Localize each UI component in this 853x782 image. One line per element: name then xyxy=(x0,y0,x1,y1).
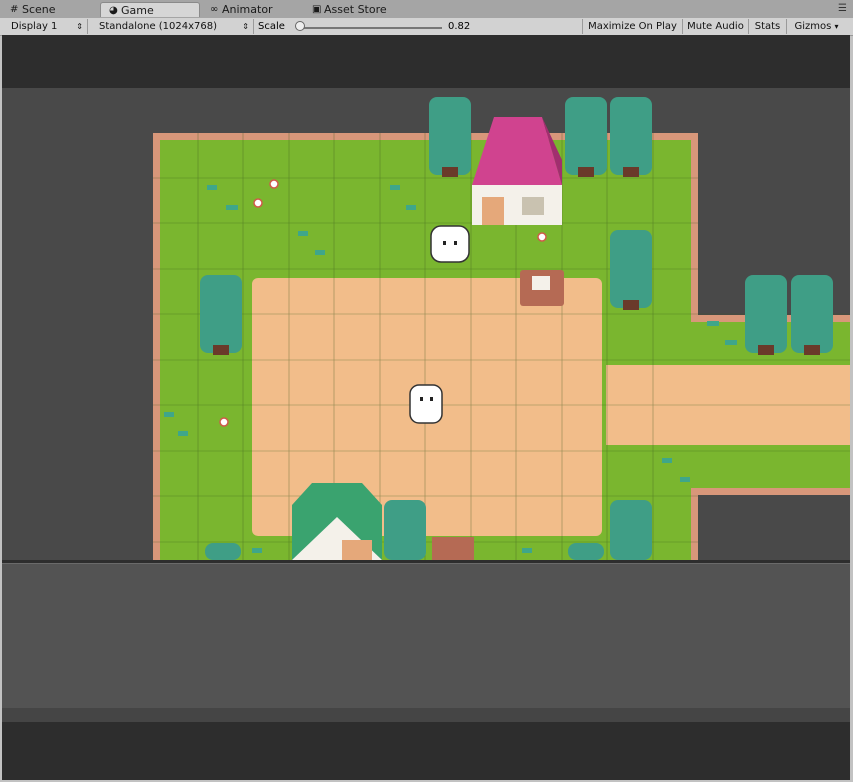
tree xyxy=(610,230,652,310)
tab-label: Animator xyxy=(222,3,273,16)
green-house xyxy=(292,483,382,560)
chevron-updown-icon: ⇕ xyxy=(242,22,249,31)
tab-game[interactable]: ◕ Game xyxy=(100,2,200,17)
tree xyxy=(205,543,241,560)
tree xyxy=(429,97,471,177)
display-select[interactable]: Display 1 ⇕ xyxy=(6,19,88,34)
tree xyxy=(200,275,242,355)
sign-board-bottom xyxy=(432,537,474,560)
tab-label: Scene xyxy=(22,3,56,16)
viewport-lower-strip xyxy=(2,708,850,722)
scale-slider-track[interactable] xyxy=(296,27,442,29)
gizmos-button[interactable]: Gizmos ▾ xyxy=(786,19,846,34)
game-toolbar: Display 1 ⇕ Standalone (1024x768) ⇕ Scal… xyxy=(0,18,853,36)
viewport-lower-panel xyxy=(2,563,850,709)
tree xyxy=(384,500,426,560)
tree xyxy=(745,275,787,355)
tab-label: Asset Store xyxy=(324,3,387,16)
sign-notice xyxy=(532,276,550,290)
animator-icon: ∞ xyxy=(210,4,219,15)
mute-audio-button[interactable]: Mute Audio xyxy=(682,19,748,34)
gizmos-label: Gizmos xyxy=(794,21,832,32)
maximize-on-play-button[interactable]: Maximize On Play xyxy=(582,19,682,34)
resolution-value: Standalone (1024x768) xyxy=(99,21,218,32)
scale-slider-thumb[interactable] xyxy=(295,21,306,31)
scale-label: Scale xyxy=(258,21,285,32)
ghost-character-npc xyxy=(430,225,470,263)
scale-value: 0.82 xyxy=(448,21,471,32)
tab-bar: # Scene ◕ Game ∞ Animator ▣ Asset Store … xyxy=(0,0,853,19)
tree xyxy=(791,275,833,355)
stats-button[interactable]: Stats xyxy=(748,19,786,34)
tree xyxy=(568,543,604,560)
tree xyxy=(610,500,652,560)
tab-animator[interactable]: ∞ Animator xyxy=(202,2,302,17)
tab-scene[interactable]: # Scene xyxy=(2,2,94,17)
ghost-character-player xyxy=(409,384,443,424)
grid-icon: # xyxy=(10,4,19,15)
chevron-down-icon: ▾ xyxy=(834,22,839,31)
pacman-icon: ◕ xyxy=(109,5,118,16)
store-icon: ▣ xyxy=(312,4,322,15)
game-scene xyxy=(153,97,850,560)
menu-icon[interactable]: ☰ xyxy=(838,3,847,14)
display-value: Display 1 xyxy=(11,21,58,32)
tree xyxy=(565,97,607,177)
tab-asset-store[interactable]: ▣ Asset Store xyxy=(304,2,414,17)
tree xyxy=(610,97,652,177)
tab-label: Game xyxy=(121,4,154,17)
chevron-updown-icon: ⇕ xyxy=(76,22,83,31)
resolution-select[interactable]: Standalone (1024x768) ⇕ xyxy=(94,19,254,34)
game-view[interactable] xyxy=(2,35,850,780)
